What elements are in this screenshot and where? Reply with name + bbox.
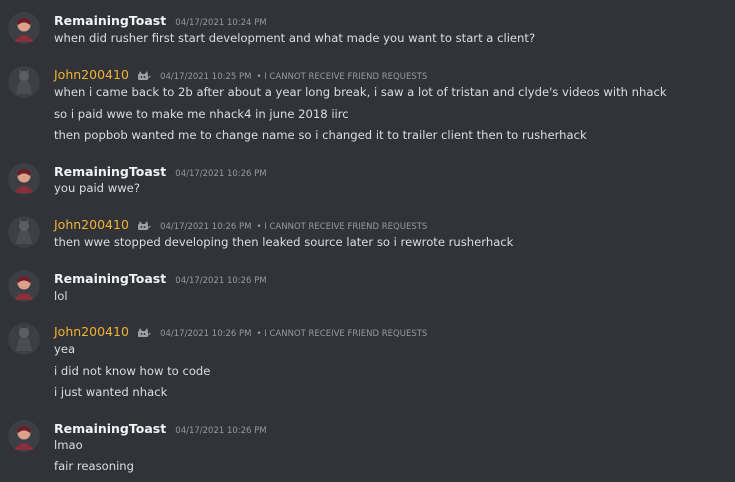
- avatar-image: [8, 163, 40, 195]
- cat-badge-icon: [137, 325, 151, 341]
- message-header: RemainingToast 04/17/2021 10:26 PM: [54, 420, 267, 436]
- avatar-john200410[interactable]: [8, 216, 40, 248]
- timestamp[interactable]: 04/17/2021 10:24 PM: [175, 18, 266, 28]
- message-header: John200410 04/17/2021 10:26 PM • I CANNO…: [54, 216, 427, 232]
- avatar-image: [8, 323, 40, 355]
- cat-badge-icon: [137, 68, 151, 84]
- username[interactable]: RemainingToast: [54, 13, 166, 28]
- timestamp[interactable]: 04/17/2021 10:26 PM: [160, 329, 251, 339]
- avatar-image: [8, 66, 40, 98]
- message-text: so i paid wwe to make me nhack4 in june …: [54, 107, 349, 121]
- message-text: i did not know how to code: [54, 364, 211, 378]
- message-header: John200410 04/17/2021 10:26 PM • I CANNO…: [54, 323, 427, 339]
- message-text: lol: [54, 289, 68, 303]
- avatar-image: [8, 216, 40, 248]
- timestamp[interactable]: 04/17/2021 10:25 PM: [160, 72, 251, 82]
- cat-badge-icon: [137, 218, 151, 234]
- timestamp[interactable]: 04/17/2021 10:26 PM: [160, 222, 251, 232]
- message-text: fair reasoning: [54, 459, 135, 473]
- username[interactable]: John200410: [54, 217, 129, 232]
- timestamp[interactable]: 04/17/2021 10:26 PM: [175, 426, 266, 436]
- avatar-image: [8, 270, 40, 302]
- avatar-remainingtoast[interactable]: [8, 270, 40, 302]
- message-text: yea: [54, 342, 76, 356]
- username[interactable]: John200410: [54, 324, 129, 339]
- message-text: you paid wwe?: [54, 181, 140, 195]
- message-text: when did rusher first start development …: [54, 31, 536, 45]
- username[interactable]: RemainingToast: [54, 421, 166, 436]
- avatar-remainingtoast[interactable]: [8, 163, 40, 195]
- avatar-image: [8, 420, 40, 452]
- avatar-remainingtoast[interactable]: [8, 420, 40, 452]
- message-text: i just wanted nhack: [54, 385, 168, 399]
- chat-messages: RemainingToast 04/17/2021 10:24 PM when …: [0, 0, 735, 482]
- message-header: RemainingToast 04/17/2021 10:26 PM: [54, 270, 267, 286]
- avatar-remainingtoast[interactable]: [8, 12, 40, 44]
- username[interactable]: RemainingToast: [54, 164, 166, 179]
- avatar-john200410[interactable]: [8, 66, 40, 98]
- timestamp[interactable]: 04/17/2021 10:26 PM: [175, 169, 266, 179]
- timestamp[interactable]: 04/17/2021 10:26 PM: [175, 276, 266, 286]
- message-text: lmao: [54, 438, 83, 452]
- message-text: when i came back to 2b after about a yea…: [54, 85, 667, 99]
- message-text: then wwe stopped developing then leaked …: [54, 235, 514, 249]
- friend-request-note: • I CANNOT RECEIVE FRIEND REQUESTS: [256, 222, 428, 232]
- username[interactable]: John200410: [54, 67, 129, 82]
- message-header: RemainingToast 04/17/2021 10:24 PM: [54, 12, 267, 28]
- avatar-image: [8, 12, 40, 44]
- message-header: John200410 04/17/2021 10:25 PM • I CANNO…: [54, 66, 427, 82]
- message-header: RemainingToast 04/17/2021 10:26 PM: [54, 163, 267, 179]
- username[interactable]: RemainingToast: [54, 271, 166, 286]
- message-text: then popbob wanted me to change name so …: [54, 128, 587, 142]
- avatar-john200410[interactable]: [8, 323, 40, 355]
- friend-request-note: • I CANNOT RECEIVE FRIEND REQUESTS: [256, 329, 428, 339]
- friend-request-note: • I CANNOT RECEIVE FRIEND REQUESTS: [256, 72, 428, 82]
